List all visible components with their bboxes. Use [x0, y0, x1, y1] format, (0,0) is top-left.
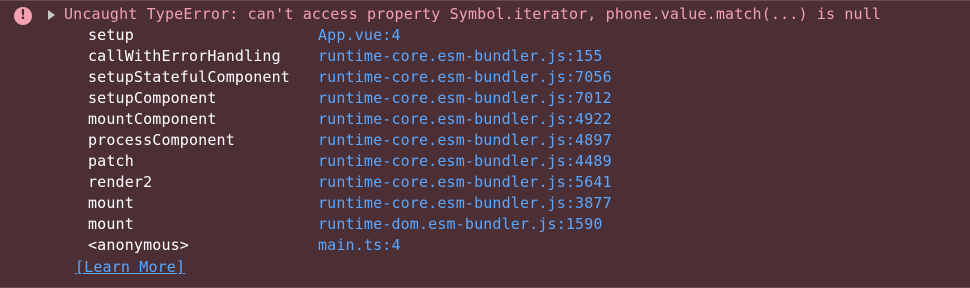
stack-location-link[interactable]: main.ts:4: [318, 236, 401, 254]
stack-frame: patch runtime-core.esm-bundler.js:4489: [88, 150, 948, 171]
stack-function: setupStatefulComponent: [88, 67, 290, 86]
learn-more-link[interactable]: [Learn More]: [75, 258, 185, 276]
stack-frame: setupComponent runtime-core.esm-bundler.…: [88, 87, 948, 108]
stack-function: setup: [88, 25, 134, 44]
stack-frame: mountComponent runtime-core.esm-bundler.…: [88, 108, 948, 129]
error-header[interactable]: ! Uncaught TypeError: can't access prope…: [0, 4, 970, 26]
stack-location-link[interactable]: runtime-core.esm-bundler.js:155: [318, 47, 603, 65]
top-divider: [0, 0, 970, 1]
stack-location-link[interactable]: runtime-core.esm-bundler.js:7056: [318, 68, 612, 86]
error-message: Uncaught TypeError: can't access propert…: [64, 5, 882, 23]
stack-function: patch: [88, 151, 134, 170]
stack-location-link[interactable]: runtime-core.esm-bundler.js:4489: [318, 152, 612, 170]
stack-function: mount: [88, 214, 134, 233]
error-icon: !: [14, 7, 32, 25]
stack-function: setupComponent: [88, 88, 217, 107]
stack-frame: mount runtime-dom.esm-bundler.js:1590: [88, 213, 948, 234]
disclosure-triangle-icon[interactable]: [48, 10, 55, 20]
stack-location-link[interactable]: runtime-core.esm-bundler.js:7012: [318, 89, 612, 107]
stack-location-link[interactable]: runtime-dom.esm-bundler.js:1590: [318, 215, 603, 233]
console-error-entry: ! Uncaught TypeError: can't access prope…: [0, 0, 970, 288]
stack-frame: setup App.vue:4: [88, 24, 948, 45]
stack-location-link[interactable]: App.vue:4: [318, 26, 401, 44]
stack-trace: setup App.vue:4 callWithErrorHandling ru…: [88, 24, 948, 255]
stack-frame: processComponent runtime-core.esm-bundle…: [88, 129, 948, 150]
stack-location-link[interactable]: runtime-core.esm-bundler.js:4897: [318, 131, 612, 149]
stack-frame: render2 runtime-core.esm-bundler.js:5641: [88, 171, 948, 192]
stack-frame: callWithErrorHandling runtime-core.esm-b…: [88, 45, 948, 66]
stack-function: mountComponent: [88, 109, 217, 128]
stack-frame: mount runtime-core.esm-bundler.js:3877: [88, 192, 948, 213]
stack-function: <anonymous>: [88, 235, 189, 254]
stack-location-link[interactable]: runtime-core.esm-bundler.js:5641: [318, 173, 612, 191]
stack-location-link[interactable]: runtime-core.esm-bundler.js:4922: [318, 110, 612, 128]
stack-frame: <anonymous> main.ts:4: [88, 234, 948, 255]
stack-location-link[interactable]: runtime-core.esm-bundler.js:3877: [318, 194, 612, 212]
stack-function: callWithErrorHandling: [88, 46, 281, 65]
stack-frame: setupStatefulComponent runtime-core.esm-…: [88, 66, 948, 87]
stack-function: render2: [88, 172, 153, 191]
stack-function: processComponent: [88, 130, 235, 149]
stack-function: mount: [88, 193, 134, 212]
